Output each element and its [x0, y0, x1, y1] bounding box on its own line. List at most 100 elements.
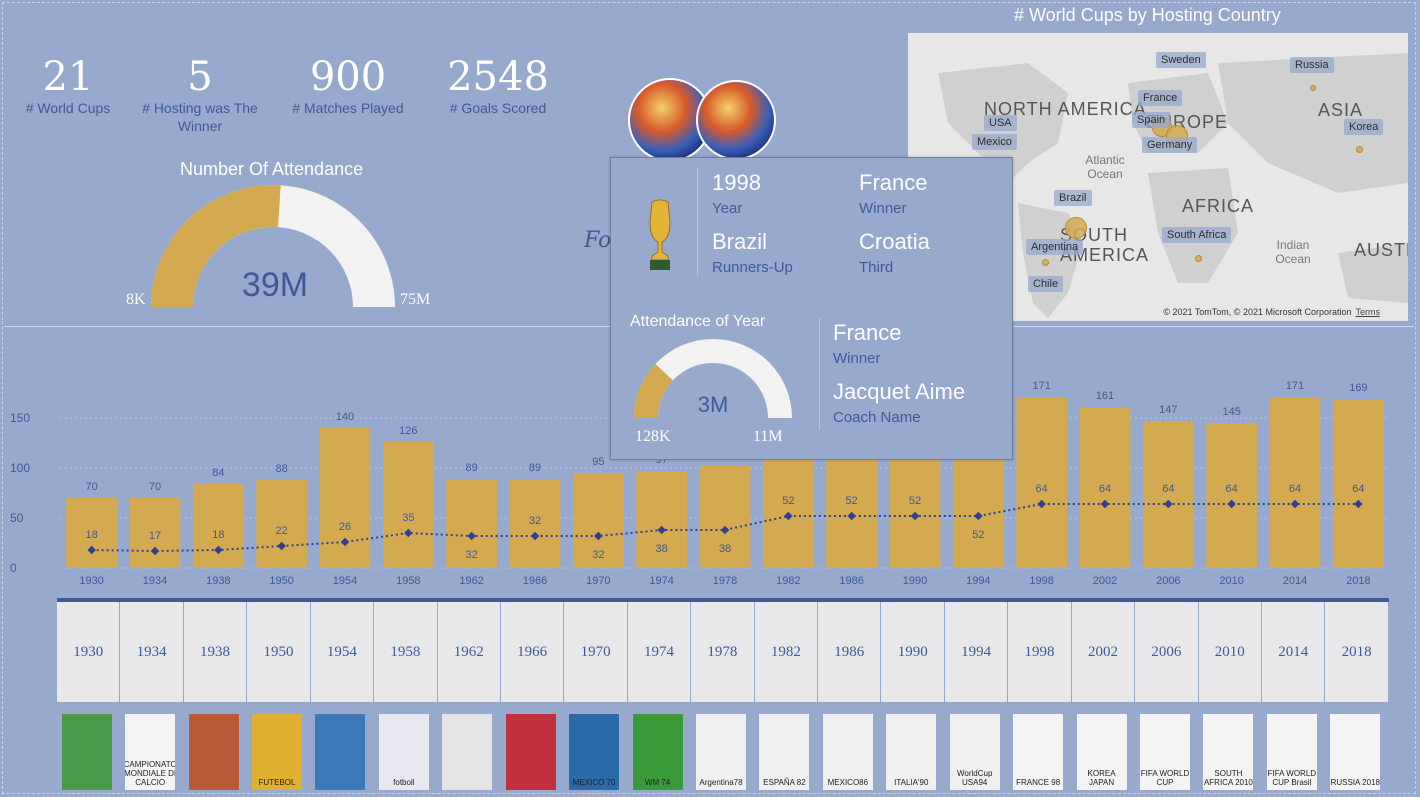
x-tick-label: 1982 — [776, 575, 800, 587]
poster-caption: FIFA WORLD CUP — [1140, 769, 1190, 787]
bar-data-label: 171 — [1032, 380, 1050, 392]
chart-bar[interactable] — [256, 480, 307, 568]
map-pin-russia[interactable]: Russia — [1290, 57, 1334, 73]
slicer-year-1994[interactable]: 1994 — [944, 602, 1009, 702]
slicer-year-1998[interactable]: 1998 — [1008, 602, 1072, 702]
line-data-label: 38 — [656, 543, 668, 555]
tooltip-winner-label: Winner — [859, 200, 907, 217]
tooltip-coach: Jacquet Aime — [833, 379, 966, 404]
map-ocean: Indian Ocean — [1275, 238, 1311, 266]
slicer-year-1934[interactable]: 1934 — [120, 602, 184, 702]
bar-data-label: 70 — [149, 481, 161, 493]
map-pin-sweden[interactable]: Sweden — [1156, 52, 1206, 68]
chart-bar[interactable] — [383, 442, 434, 568]
poster-caption: fotboll — [393, 778, 415, 787]
x-tick-label: 2002 — [1093, 575, 1117, 587]
map-bubble[interactable] — [1195, 255, 1202, 262]
tooltip-gauge-value: 3M — [697, 392, 729, 417]
bar-data-label: 70 — [86, 481, 98, 493]
map-pin-spain[interactable]: Spain — [1132, 112, 1171, 128]
slicer-year-1982[interactable]: 1982 — [754, 602, 819, 702]
x-tick-label: 1962 — [459, 575, 483, 587]
bar-data-label: 171 — [1286, 380, 1304, 392]
x-tick-label: 1978 — [713, 575, 737, 587]
slicer-year-1970[interactable]: 1970 — [564, 602, 628, 702]
bar-data-label: 89 — [466, 462, 478, 474]
x-tick-label: 1990 — [903, 575, 927, 587]
poster-caption: WM 74 — [644, 778, 671, 787]
map-pin-brazil[interactable]: Brazil — [1054, 190, 1092, 206]
map-region: AFRICA — [1182, 196, 1255, 216]
slicer-year-2014[interactable]: 2014 — [1262, 602, 1326, 702]
map-bubble[interactable] — [1065, 217, 1087, 239]
map-bubble[interactable] — [1042, 259, 1049, 266]
slicer-year-2018[interactable]: 2018 — [1325, 602, 1389, 702]
map-pin-usa[interactable]: USA — [984, 115, 1017, 131]
kpi-label: # Matches Played — [292, 100, 404, 116]
slicer-year-1990[interactable]: 1990 — [881, 602, 945, 702]
bar-data-label: 126 — [399, 425, 417, 437]
x-tick-label: 2018 — [1346, 575, 1370, 587]
map-bubble[interactable] — [1310, 85, 1316, 91]
map-copyright-text: © 2021 TomTom, © 2021 Microsoft Corporat… — [1163, 307, 1352, 317]
map-terms-link[interactable]: Terms — [1356, 307, 1381, 317]
map-pin-korea[interactable]: Korea — [1344, 119, 1384, 135]
world-cup-poster: FRANCE 98 — [1013, 714, 1064, 790]
map-pin-south-africa[interactable]: South Africa — [1162, 227, 1232, 243]
world-cup-poster — [61, 714, 112, 790]
slicer-year-2010[interactable]: 2010 — [1198, 602, 1263, 702]
line-data-label: 32 — [466, 549, 478, 561]
tooltip-host-label: Winner — [833, 350, 881, 367]
slicer-year-1966[interactable]: 1966 — [500, 602, 565, 702]
slicer-year-1950[interactable]: 1950 — [247, 602, 311, 702]
map-pin-argentina[interactable]: Argentina — [1026, 239, 1084, 255]
slicer-year-1986[interactable]: 1986 — [818, 602, 882, 702]
tooltip-gauge-max: 11M — [753, 428, 783, 445]
world-cup-poster: CAMPIONATO MONDIALE DI CALCIO — [125, 714, 176, 790]
chart-bar[interactable] — [193, 484, 244, 568]
map-pin-germany[interactable]: Germany — [1142, 137, 1198, 153]
map-ocean: Atlantic Ocean — [1085, 153, 1125, 181]
line-data-label: 38 — [719, 543, 731, 555]
bar-data-label: 161 — [1096, 390, 1114, 402]
world-cup-poster: ITALIA'90 — [886, 714, 937, 790]
line-data-label: 64 — [1036, 483, 1048, 495]
map-region: ASIA — [1318, 100, 1364, 120]
world-cup-posters: CAMPIONATO MONDIALE DI CALCIO FUTEBOL fotb… — [55, 710, 1395, 792]
slicer-year-1954[interactable]: 1954 — [310, 602, 375, 702]
slicer-year-1938[interactable]: 1938 — [183, 602, 248, 702]
line-data-label: 52 — [909, 495, 921, 507]
map-pin-france[interactable]: France — [1138, 90, 1183, 106]
slicer-year-2006[interactable]: 2006 — [1135, 602, 1199, 702]
slicer-year-1958[interactable]: 1958 — [374, 602, 438, 702]
line-data-label: 52 — [972, 529, 984, 541]
tooltip-third-label: Third — [859, 259, 894, 276]
line-data-label: 64 — [1099, 483, 1111, 495]
world-cup-poster: RUSSIA 2018 — [1330, 714, 1381, 790]
bar-data-label: 169 — [1349, 382, 1367, 394]
world-cup-poster: FIFA WORLD CUP — [1140, 714, 1190, 790]
trophy-icon — [649, 199, 671, 270]
kpi-label: # World Cups — [25, 100, 111, 116]
map-pin-chile[interactable]: Chile — [1028, 276, 1064, 292]
bar-data-label: 140 — [336, 411, 354, 423]
tooltip-divider — [697, 168, 698, 276]
world-cup-poster — [505, 714, 556, 790]
line-data-label: 17 — [149, 530, 161, 542]
chart-bar[interactable] — [319, 428, 371, 568]
slicer-year-1930[interactable]: 1930 — [57, 602, 121, 702]
kpi-value: 5 — [187, 54, 213, 100]
bar-data-label: 84 — [212, 467, 224, 479]
world-cup-poster: SOUTH AFRICA 2010 — [1203, 714, 1254, 790]
bar-data-label: 95 — [592, 456, 604, 468]
slicer-year-1978[interactable]: 1978 — [691, 602, 755, 702]
kpi-hosting-winner: 5 # Hosting was The Winner — [140, 55, 260, 135]
poster-caption: MEXICO86 — [827, 778, 869, 787]
map-bubble[interactable] — [1356, 146, 1363, 153]
slicer-year-2002[interactable]: 2002 — [1071, 602, 1136, 702]
slicer-year-1962[interactable]: 1962 — [437, 602, 501, 702]
chart-bar[interactable] — [1206, 423, 1257, 568]
tooltip-year: 1998 — [712, 170, 761, 195]
map-pin-mexico[interactable]: Mexico — [972, 134, 1017, 150]
slicer-year-1974[interactable]: 1974 — [627, 602, 692, 702]
